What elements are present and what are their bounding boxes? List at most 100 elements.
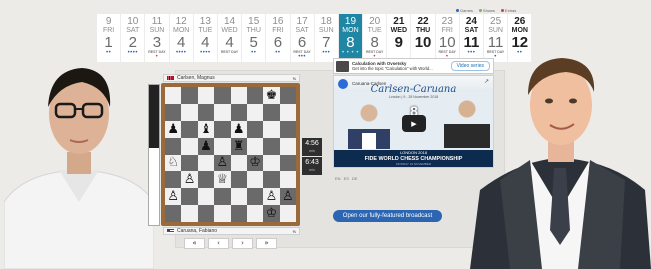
board-square[interactable]: ♙: [165, 188, 182, 206]
board-square[interactable]: ♙: [263, 188, 280, 206]
board-square[interactable]: [263, 171, 280, 189]
board-square[interactable]: [279, 205, 296, 222]
board-square[interactable]: [230, 154, 247, 172]
calendar-day[interactable]: 17 SAT 6 REST DAY •••: [290, 14, 315, 62]
board-square[interactable]: [246, 87, 264, 104]
board-square[interactable]: ♙: [214, 154, 231, 172]
board-square[interactable]: [181, 188, 198, 206]
board-square[interactable]: [197, 154, 215, 172]
board-square[interactable]: ♔: [246, 154, 264, 172]
play-icon[interactable]: ▶: [402, 115, 426, 132]
language-option[interactable]: ES: [344, 176, 349, 181]
board-square[interactable]: [230, 171, 247, 189]
last-move-button[interactable]: »: [256, 238, 277, 249]
board-square[interactable]: [197, 188, 215, 206]
board-square[interactable]: [181, 103, 198, 121]
board-square[interactable]: ♙: [279, 188, 296, 206]
calendar-day[interactable]: 14 WED 4 REST DAY: [217, 14, 243, 62]
board-square[interactable]: [181, 120, 198, 138]
board-square[interactable]: [263, 120, 280, 138]
board-square[interactable]: [214, 87, 231, 104]
board-square[interactable]: [214, 205, 231, 222]
video-series-banner[interactable]: Calculation with Ovsetsky Get into the t…: [333, 58, 494, 74]
board-square[interactable]: [263, 137, 280, 155]
board-square[interactable]: [263, 103, 280, 121]
board-square[interactable]: ♘: [165, 154, 182, 172]
board-square[interactable]: [230, 103, 247, 121]
board-square[interactable]: [214, 103, 231, 121]
calendar-day[interactable]: 16 FRI 6 ••: [266, 14, 291, 62]
calendar-day[interactable]: 20 TUE 8 REST DAY •: [363, 14, 388, 62]
board-square[interactable]: [279, 171, 296, 189]
board-square[interactable]: [246, 103, 264, 121]
board-square[interactable]: [246, 205, 264, 222]
board-square[interactable]: [263, 154, 280, 172]
first-move-button[interactable]: «: [184, 238, 205, 249]
chess-piece[interactable]: ♚: [266, 89, 278, 102]
chess-piece[interactable]: ♘: [167, 156, 179, 169]
board-square[interactable]: ♜: [230, 137, 247, 155]
calendar-day[interactable]: 15 THU 5 ••: [242, 14, 267, 62]
board-square[interactable]: [279, 87, 296, 104]
chess-board[interactable]: ♚ ♟ ♝ ♟ ♟ ♜ ♘ ♙ ♔ ♙ ♕ ♙ ♙ ♙ ♔: [165, 87, 296, 222]
chess-piece[interactable]: ♙: [216, 156, 228, 169]
board-square[interactable]: [230, 87, 247, 104]
board-square[interactable]: [181, 205, 198, 222]
previous-move-button[interactable]: ‹: [208, 238, 229, 249]
chess-piece[interactable]: ♜: [233, 140, 245, 153]
open-broadcast-button[interactable]: Open our fully-featured broadcast: [333, 210, 442, 222]
calendar-day[interactable]: 12 MON 4 ••••: [169, 14, 194, 62]
chess-piece[interactable]: ♟: [200, 140, 212, 153]
board-square[interactable]: ♔: [263, 205, 280, 222]
board-square[interactable]: ♕: [214, 171, 231, 189]
board-square[interactable]: ♟: [165, 120, 182, 138]
calendar-day[interactable]: 21 WED 9: [387, 14, 412, 62]
chess-piece[interactable]: ♝: [200, 123, 212, 136]
board-square[interactable]: ♟: [230, 120, 247, 138]
chess-piece[interactable]: ♔: [266, 207, 278, 220]
board-square[interactable]: ♚: [263, 87, 280, 104]
video-player[interactable]: Caruana-Carlsen ↗ Carlsen-Caruana London…: [333, 75, 494, 168]
board-square[interactable]: [197, 87, 215, 104]
board-square[interactable]: [279, 137, 296, 155]
board-square[interactable]: [214, 188, 231, 206]
board-square[interactable]: ♟: [197, 137, 215, 155]
chess-piece[interactable]: ♔: [249, 156, 261, 169]
board-square[interactable]: [165, 137, 182, 155]
board-square[interactable]: [197, 205, 215, 222]
board-square[interactable]: [246, 188, 264, 206]
chess-piece[interactable]: ♙: [184, 173, 196, 186]
board-square[interactable]: [181, 87, 198, 104]
calendar-day[interactable]: 18 SUN 7 •••: [314, 14, 339, 62]
board-square[interactable]: [214, 137, 231, 155]
next-move-button[interactable]: ›: [232, 238, 253, 249]
board-square[interactable]: ♙: [181, 171, 198, 189]
board-square[interactable]: [246, 171, 264, 189]
board-square[interactable]: ♝: [197, 120, 215, 138]
board-square[interactable]: [165, 205, 182, 222]
board-square[interactable]: [279, 120, 296, 138]
board-square[interactable]: [181, 137, 198, 155]
board-square[interactable]: [230, 188, 247, 206]
language-option[interactable]: EN: [335, 176, 341, 181]
chess-piece[interactable]: ♙: [167, 190, 179, 203]
board-square[interactable]: [165, 171, 182, 189]
board-square[interactable]: [279, 154, 296, 172]
calendar-day[interactable]: 22 THU 10: [411, 14, 436, 62]
language-option[interactable]: DE: [352, 176, 358, 181]
chess-piece[interactable]: ♙: [282, 190, 294, 203]
board-square[interactable]: [230, 205, 247, 222]
board-square[interactable]: [181, 154, 198, 172]
board-square[interactable]: [246, 120, 264, 138]
board-square[interactable]: [197, 103, 215, 121]
video-series-button[interactable]: Video series: [450, 61, 490, 71]
calendar-day[interactable]: 19 MON 8 • • • •: [338, 14, 364, 64]
board-square[interactable]: [279, 103, 296, 121]
board-square[interactable]: [214, 120, 231, 138]
board-square[interactable]: [165, 87, 182, 104]
board-square[interactable]: [197, 171, 215, 189]
board-square[interactable]: [246, 137, 264, 155]
chess-piece[interactable]: ♟: [233, 123, 245, 136]
board-square[interactable]: [165, 103, 182, 121]
chess-piece[interactable]: ♟: [167, 123, 179, 136]
